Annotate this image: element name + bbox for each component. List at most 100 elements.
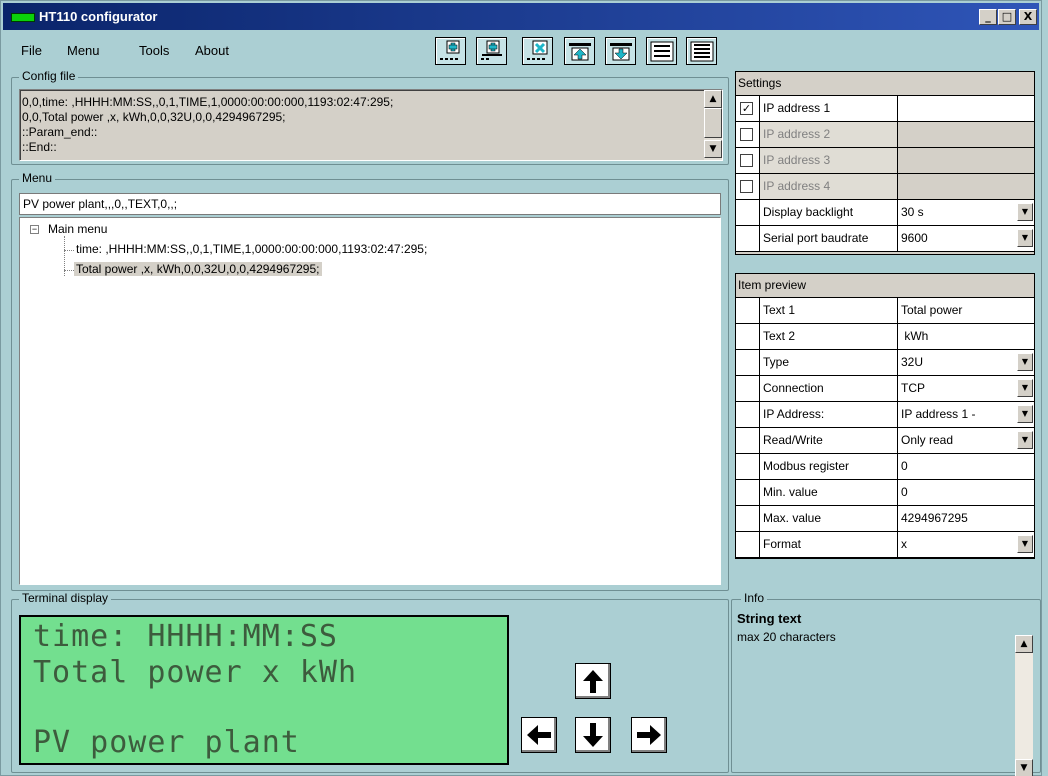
app-icon [11, 13, 35, 22]
backlight-select[interactable]: 30 s ▼ [898, 200, 1035, 226]
settings-table: Settings ✓ IP address 1 IP address 2 IP … [735, 71, 1035, 255]
info-text: max 20 characters [737, 630, 836, 644]
ip-address-select[interactable]: IP address 1 - ▼ [898, 402, 1035, 428]
baudrate-select[interactable]: 9600 ▼ [898, 226, 1035, 252]
text1-field[interactable]: Total power [898, 298, 1035, 324]
right-arrow-button[interactable] [631, 717, 667, 753]
settings-row: Display backlight 30 s ▼ [736, 200, 1035, 226]
dropdown-arrow-icon[interactable]: ▼ [1017, 353, 1033, 371]
config-scrollbar[interactable]: ▲ ▼ [704, 90, 722, 160]
format-select[interactable]: x ▼ [898, 532, 1035, 558]
preview-label: Text 2 [760, 324, 898, 350]
config-line: 0,0,time: ,HHHH:MM:SS,,0,1,TIME,1,0000:0… [22, 95, 394, 109]
type-select[interactable]: 32U ▼ [898, 350, 1035, 376]
tree-line [64, 270, 74, 271]
dropdown-arrow-icon[interactable]: ▼ [1017, 203, 1033, 221]
list-collapse-icon [650, 41, 674, 62]
menu-text-input[interactable]: PV power plant,,,0,,TEXT,0,,; [19, 193, 721, 215]
terminal-label: Terminal display [19, 591, 112, 605]
add-item-button[interactable] [435, 37, 466, 65]
row-gutter [736, 324, 760, 350]
collapse-expander-icon[interactable]: − [30, 225, 39, 234]
preview-row: Read/Write Only read ▼ [736, 428, 1035, 454]
select-value: 9600 [901, 231, 928, 245]
plus-subitem-icon [481, 40, 502, 60]
checkbox-ip4[interactable] [740, 180, 753, 193]
dropdown-arrow-icon[interactable]: ▼ [1017, 379, 1033, 397]
delete-item-button[interactable] [522, 37, 553, 65]
info-label: Info [741, 591, 768, 605]
up-arrow-button[interactable] [575, 663, 611, 699]
scroll-up-icon[interactable]: ▲ [704, 90, 722, 108]
config-line: ::End:: [22, 140, 57, 154]
config-line: ::Param_end:: [22, 125, 98, 139]
row-gutter [736, 148, 760, 174]
row-gutter [736, 122, 760, 148]
collapse-all-button[interactable] [646, 37, 677, 65]
row-gutter [736, 298, 760, 324]
close-button[interactable]: X [1019, 9, 1037, 25]
maximize-button[interactable]: □ [998, 9, 1016, 25]
row-gutter [736, 428, 760, 454]
select-value: Only read [901, 433, 954, 447]
expand-all-button[interactable] [686, 37, 717, 65]
scroll-up-icon[interactable]: ▲ [1015, 635, 1033, 653]
preview-row: Type 32U ▼ [736, 350, 1035, 376]
setting-value[interactable] [898, 96, 1035, 122]
preview-label: Type [760, 350, 898, 376]
tree-item-selected[interactable]: Total power ,x, kWh,0,0,32U,0,0,42949672… [74, 262, 322, 276]
dropdown-arrow-icon[interactable]: ▼ [1017, 431, 1033, 449]
left-arrow-button[interactable] [521, 717, 557, 753]
menu-menu[interactable]: Menu [67, 43, 100, 58]
menu-tree[interactable]: − Main menu time: ,HHHH:MM:SS,,0,1,TIME,… [19, 217, 721, 585]
dropdown-arrow-icon[interactable]: ▼ [1017, 535, 1033, 553]
setting-label: IP address 4 [760, 174, 898, 200]
preview-label: Read/Write [760, 428, 898, 454]
menu-tools[interactable]: Tools [139, 43, 169, 58]
tree-item[interactable]: time: ,HHHH:MM:SS,,0,1,TIME,1,0000:00:00… [76, 242, 427, 256]
modbus-register-field[interactable]: 0 [898, 454, 1035, 480]
move-down-icon [610, 43, 632, 61]
preview-label: IP Address: [760, 402, 898, 428]
max-value-field[interactable]: 4294967295 [898, 506, 1035, 532]
scroll-down-icon[interactable]: ▼ [704, 140, 722, 158]
settings-row: IP address 3 [736, 148, 1035, 174]
move-up-button[interactable] [564, 37, 595, 65]
checkbox-ip2[interactable] [740, 128, 753, 141]
dropdown-arrow-icon[interactable]: ▼ [1017, 229, 1033, 247]
row-gutter [736, 350, 760, 376]
min-value-field[interactable]: 0 [898, 480, 1035, 506]
checkbox-ip1[interactable]: ✓ [740, 102, 753, 115]
config-line: 0,0,Total power ,x, kWh,0,0,32U,0,0,4294… [22, 110, 286, 124]
info-scrollbar[interactable]: ▲ ▼ [1015, 635, 1033, 776]
dropdown-arrow-icon[interactable]: ▼ [1017, 405, 1033, 423]
tree-root-main-menu[interactable]: Main menu [48, 222, 107, 236]
title-bar[interactable]: HT110 configurator _ □ X [3, 3, 1039, 30]
preview-label: Text 1 [760, 298, 898, 324]
settings-row: IP address 2 [736, 122, 1035, 148]
scroll-down-icon[interactable]: ▼ [1015, 759, 1033, 776]
scroll-thumb[interactable] [704, 108, 722, 138]
menu-about[interactable]: About [195, 43, 229, 58]
down-arrow-button[interactable] [575, 717, 611, 753]
add-subitem-button[interactable] [476, 37, 507, 65]
row-gutter [736, 506, 760, 532]
preview-label: Min. value [760, 480, 898, 506]
minimize-button[interactable]: _ [979, 9, 997, 25]
config-file-textarea[interactable]: 0,0,time: ,HHHH:MM:SS,,0,1,TIME,1,0000:0… [19, 89, 723, 161]
row-gutter [736, 532, 760, 558]
read-write-select[interactable]: Only read ▼ [898, 428, 1035, 454]
move-down-button[interactable] [605, 37, 636, 65]
setting-value [898, 174, 1035, 200]
row-gutter [736, 226, 760, 252]
settings-row: IP address 4 [736, 174, 1035, 200]
connection-select[interactable]: TCP ▼ [898, 376, 1035, 402]
menu-file[interactable]: File [21, 43, 42, 58]
checkbox-ip3[interactable] [740, 154, 753, 167]
preview-row: Min. value 0 [736, 480, 1035, 506]
text2-field[interactable]: kWh [898, 324, 1035, 350]
select-value: IP address 1 - [901, 407, 976, 421]
x-delete-icon [527, 40, 548, 60]
preview-row: Modbus register 0 [736, 454, 1035, 480]
list-expand-icon [690, 41, 714, 62]
